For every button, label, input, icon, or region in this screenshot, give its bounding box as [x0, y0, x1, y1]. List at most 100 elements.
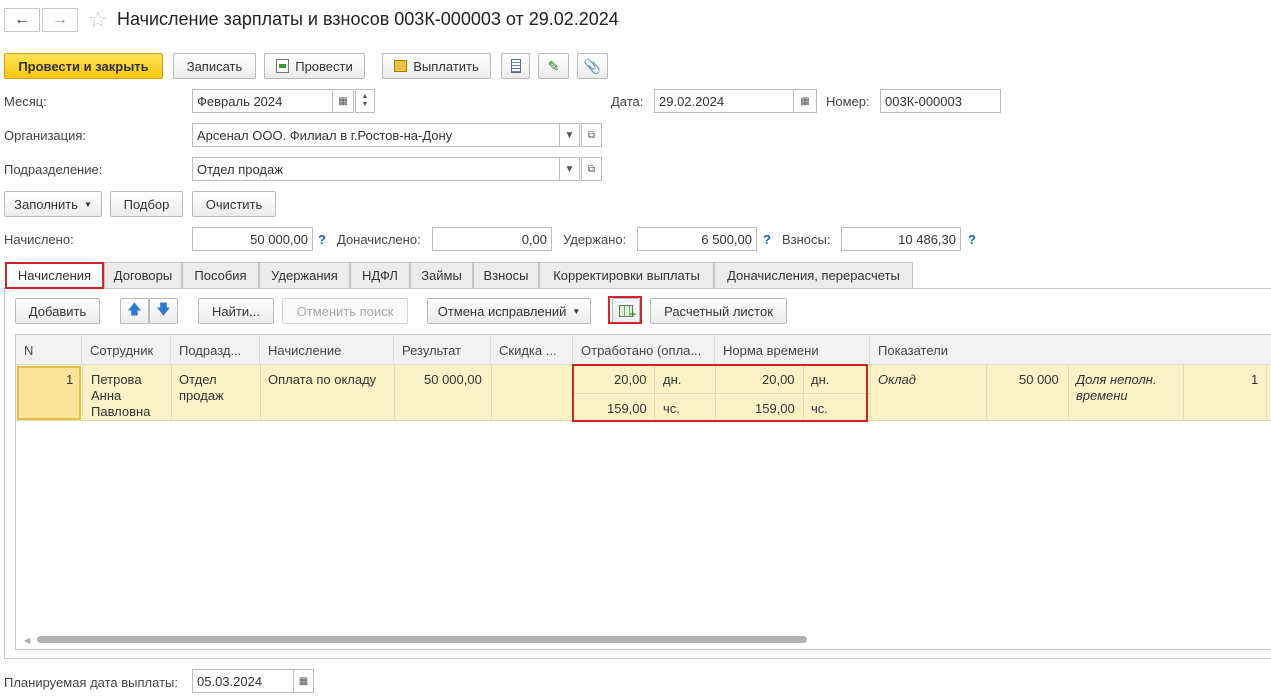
- tab-recalculations[interactable]: Доначисления, перерасчеты: [714, 262, 913, 288]
- arrow-down-icon: 🡇: [156, 301, 171, 317]
- post-button-label: Провести: [295, 58, 353, 74]
- select-button[interactable]: Подбор: [110, 191, 183, 217]
- save-button[interactable]: Записать: [173, 53, 256, 79]
- tab-contracts[interactable]: Договоры: [104, 262, 182, 288]
- pay-button[interactable]: Выплатить: [382, 53, 491, 79]
- withheld-field[interactable]: 6 500,00: [637, 227, 757, 251]
- number-field[interactable]: 003К-000003: [880, 89, 1001, 113]
- cancel-corrections-button[interactable]: Отмена исправлений ▼: [427, 298, 591, 324]
- org-label: Организация:: [4, 128, 87, 143]
- indicator-2-name: Доля неполн. времени: [1076, 372, 1157, 404]
- additional-field[interactable]: 0,00: [432, 227, 552, 251]
- withheld-label: Удержано:: [563, 232, 627, 247]
- result-cell[interactable]: 50 000,00: [424, 372, 482, 387]
- payslip-button[interactable]: Расчетный листок: [650, 298, 787, 324]
- indicator-2-name-line-1: Доля неполн.: [1076, 372, 1157, 387]
- contrib-help-link[interactable]: ?: [968, 232, 976, 247]
- arrow-right-icon: →: [52, 11, 68, 28]
- department-cell[interactable]: Отдел продаж: [179, 372, 224, 404]
- withheld-help-link[interactable]: ?: [763, 232, 771, 247]
- chevron-down-icon: ▼: [572, 306, 581, 316]
- column-header-accrual[interactable]: Начисление: [260, 335, 394, 365]
- column-header-result[interactable]: Результат: [394, 335, 491, 365]
- column-header-n[interactable]: N: [16, 335, 82, 365]
- forward-button[interactable]: →: [42, 8, 78, 32]
- org-field[interactable]: Арсенал ООО. Филиал в г.Ростов-на-Дону: [192, 123, 560, 147]
- column-header-employee[interactable]: Сотрудник: [82, 335, 171, 365]
- attach-button[interactable]: 📎: [577, 53, 608, 79]
- worked-time-highlight: [572, 364, 868, 422]
- date-calendar-icon[interactable]: ▦: [793, 89, 817, 113]
- arrow-up-icon: 🡅: [127, 301, 142, 317]
- contrib-field[interactable]: 10 486,30: [841, 227, 961, 251]
- back-button[interactable]: ←: [4, 8, 40, 32]
- chevron-up-icon[interactable]: ▲: [362, 93, 369, 101]
- contrib-label: Взносы:: [782, 232, 831, 247]
- edit-button[interactable]: ✎: [538, 53, 569, 79]
- post-icon: [276, 59, 290, 73]
- month-field[interactable]: Февраль 2024: [192, 89, 333, 113]
- department-line-2: продаж: [179, 388, 224, 403]
- dropdown-icon[interactable]: ▼: [559, 123, 580, 147]
- find-button[interactable]: Найти...: [198, 298, 274, 324]
- star-icon[interactable]: ☆: [88, 7, 108, 33]
- column-header-time-norm[interactable]: Норма времени: [715, 335, 870, 365]
- pay-date-label: Планируемая дата выплаты:: [4, 675, 178, 690]
- arrow-left-icon: ←: [14, 11, 30, 28]
- tab-benefits[interactable]: Пособия: [182, 262, 259, 288]
- calendar-icon[interactable]: ▦: [332, 89, 354, 113]
- open-icon[interactable]: ⧉: [581, 123, 602, 147]
- clear-button[interactable]: Очистить: [192, 191, 276, 217]
- chevron-down-icon: ▼: [83, 199, 92, 209]
- pencil-icon: ✎: [547, 57, 560, 74]
- fill-button-label: Заполнить: [14, 196, 78, 212]
- date-label: Дата:: [611, 94, 644, 109]
- cancel-corrections-label: Отмена исправлений: [437, 303, 567, 319]
- post-and-close-button[interactable]: Провести и закрыть: [4, 53, 163, 79]
- pay-date-field[interactable]: 05.03.2024: [192, 669, 294, 693]
- tab-accruals[interactable]: Начисления: [5, 262, 104, 289]
- cancel-search-button[interactable]: Отменить поиск: [282, 298, 408, 324]
- paperclip-icon: 📎: [583, 57, 602, 74]
- dept-dropdown-icon[interactable]: ▼: [559, 157, 580, 181]
- date-field[interactable]: 29.02.2024: [654, 89, 794, 113]
- indicator-2-value[interactable]: 1: [1251, 372, 1258, 387]
- employee-first-name: Анна: [91, 388, 122, 403]
- additional-label: Доначислено:: [337, 232, 421, 247]
- indicator-2-name-line-2: времени: [1076, 388, 1128, 403]
- tab-contributions[interactable]: Взносы: [473, 262, 539, 288]
- column-header-worked[interactable]: Отработано (опла...: [573, 335, 715, 365]
- add-columns-highlight: [608, 296, 642, 324]
- tab-ndfl[interactable]: НДФЛ: [350, 262, 410, 288]
- employee-surname: Петрова: [91, 372, 142, 387]
- department-line-1: Отдел: [179, 372, 217, 387]
- month-label: Месяц:: [4, 94, 47, 109]
- dept-field[interactable]: Отдел продаж: [192, 157, 560, 181]
- accrual-cell[interactable]: Оплата по окладу: [268, 372, 376, 387]
- month-stepper[interactable]: ▲ ▼: [355, 89, 375, 113]
- employee-patronymic: Павловна: [91, 404, 151, 419]
- page-title: Начисление зарплаты и взносов 003К-00000…: [117, 9, 619, 29]
- column-header-department[interactable]: Подразд...: [171, 335, 260, 365]
- pay-date-calendar-icon[interactable]: ▦: [293, 669, 314, 693]
- fill-button[interactable]: Заполнить ▼: [4, 191, 102, 217]
- column-header-indicators[interactable]: Показатели: [870, 335, 1271, 365]
- tab-payment-corrections[interactable]: Корректировки выплаты: [539, 262, 714, 288]
- horizontal-scrollbar[interactable]: [37, 636, 807, 643]
- move-down-button[interactable]: 🡇: [149, 298, 178, 324]
- chevron-down-icon[interactable]: ▼: [362, 101, 369, 109]
- employee-name[interactable]: Петрова Анна Павловна: [91, 372, 150, 420]
- move-up-button[interactable]: 🡅: [120, 298, 149, 324]
- dept-open-icon[interactable]: ⧉: [581, 157, 602, 181]
- indicator-1-value[interactable]: 50 000: [1019, 372, 1059, 387]
- accrued-help-link[interactable]: ?: [318, 232, 326, 247]
- post-button[interactable]: Провести: [264, 53, 365, 79]
- tab-deductions[interactable]: Удержания: [259, 262, 350, 288]
- scroll-left-icon[interactable]: ◀: [24, 636, 32, 645]
- column-header-discount[interactable]: Скидка ...: [491, 335, 573, 365]
- add-button[interactable]: Добавить: [15, 298, 100, 324]
- tab-loans[interactable]: Займы: [410, 262, 473, 288]
- accrued-field[interactable]: 50 000,00: [192, 227, 313, 251]
- indicator-1-name: Оклад: [878, 372, 916, 387]
- report-button[interactable]: [501, 53, 530, 79]
